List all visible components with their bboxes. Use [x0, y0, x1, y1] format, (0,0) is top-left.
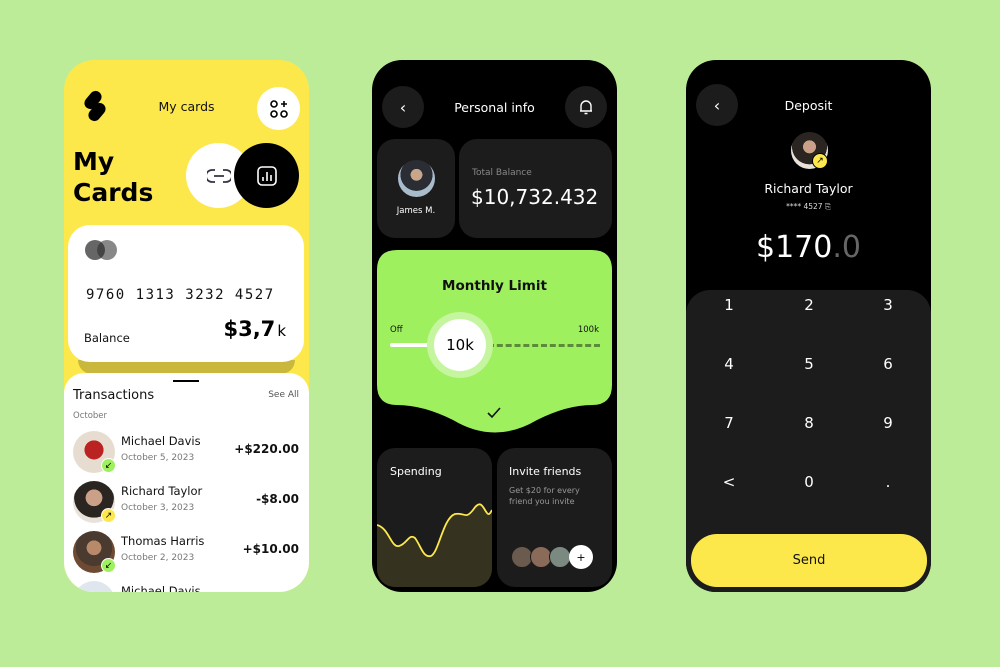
analytics-button[interactable]	[234, 143, 299, 208]
checkmark-icon[interactable]	[487, 407, 501, 419]
transaction-row[interactable]: ↗ Richard Taylor October 3, 2023 -$8.00	[73, 478, 299, 524]
screen-title: Deposit	[784, 98, 833, 113]
transaction-row[interactable]: ↙ Thomas Harris October 2, 2023 +$10.00	[73, 528, 299, 574]
page-title-line1: My	[73, 147, 115, 176]
transaction-amount: +$220.00	[234, 442, 299, 456]
balance-value: $3,7	[223, 317, 276, 341]
keypad-key[interactable]: 8	[779, 403, 839, 443]
add-widget-button[interactable]	[257, 87, 300, 130]
total-balance-card: Total Balance $10,732.432	[459, 139, 612, 238]
transaction-date: October 3, 2023	[121, 503, 195, 513]
invite-title: Invite friends	[509, 465, 582, 478]
avatar	[73, 581, 115, 592]
keypad-key[interactable]: 0	[779, 462, 839, 502]
grid-plus-icon	[269, 99, 288, 118]
transactions-panel: Transactions See All October ↙ Michael D…	[64, 373, 309, 592]
card-number: 9760 1313 3232 4527	[86, 287, 275, 303]
invite-text-line1: Get $20 for every	[509, 486, 580, 495]
spending-title: Spending	[390, 465, 442, 478]
see-all-link[interactable]: See All	[268, 390, 299, 400]
limit-slider-thumb[interactable]: 10k	[427, 312, 493, 378]
spending-chart	[377, 503, 492, 587]
copy-icon[interactable]: ⎘	[825, 202, 831, 211]
keypad-key[interactable]: 2	[779, 285, 839, 325]
incoming-arrow-icon: ↙	[101, 458, 116, 473]
bank-card[interactable]: 9760 1313 3232 4527 Balance $3,7 k	[68, 225, 304, 362]
limit-track-empty	[488, 344, 600, 347]
limit-value: 10k	[434, 319, 486, 371]
keypad-key[interactable]: 3	[858, 285, 918, 325]
avatar	[398, 160, 435, 197]
amount-main: $170	[756, 230, 833, 265]
my-cards-screen: My cards My Cards 9760 1313 3232 4527 Ba…	[64, 60, 309, 592]
personal-info-screen: ‹ Personal info James M. Total Balance $…	[372, 60, 617, 592]
outgoing-arrow-icon: ↗	[101, 508, 116, 523]
keypad-key[interactable]: 4	[699, 344, 759, 384]
month-label: October	[73, 411, 108, 421]
send-button[interactable]: Send	[691, 534, 927, 587]
keypad-key[interactable]: .	[858, 462, 918, 502]
incoming-arrow-icon: ↙	[101, 558, 116, 573]
balance-value: $10,732.432	[471, 185, 599, 209]
add-friend-button[interactable]: +	[569, 545, 593, 569]
spending-card[interactable]: Spending	[377, 448, 492, 587]
keypad-key[interactable]: 9	[858, 403, 918, 443]
transaction-date: October 2, 2023	[121, 553, 195, 563]
recipient-name: Richard Taylor	[764, 181, 853, 196]
limit-min-label: Off	[390, 325, 403, 335]
transaction-name: Richard Taylor	[121, 484, 203, 498]
amount-decimal: .0	[832, 230, 861, 265]
card-masked-number: **** 4527	[786, 202, 823, 211]
transaction-name: Michael Davis	[121, 584, 201, 592]
transaction-row[interactable]: ↙ Michael Davis October 5, 2023 +$220.00	[73, 428, 299, 474]
outgoing-arrow-icon: ↗	[812, 153, 828, 169]
transaction-row[interactable]: Michael Davis	[73, 578, 299, 592]
keypad-key[interactable]: 5	[779, 344, 839, 384]
invite-friends-card[interactable]: Invite friends Get $20 for every friend …	[497, 448, 612, 587]
transaction-amount: -$8.00	[256, 492, 299, 506]
link-icon	[206, 168, 231, 183]
bell-icon	[580, 100, 592, 115]
keypad-key[interactable]: 6	[858, 344, 918, 384]
transaction-date: October 5, 2023	[121, 453, 195, 463]
transaction-name: Michael Davis	[121, 434, 201, 448]
bar-chart-icon	[256, 165, 277, 186]
drag-handle[interactable]	[173, 380, 199, 382]
user-name: James M.	[396, 206, 436, 216]
mastercard-icon	[85, 240, 117, 260]
transactions-title: Transactions	[73, 388, 155, 403]
transaction-amount: +$10.00	[242, 542, 299, 556]
balance-label: Balance	[84, 331, 130, 345]
balance-label: Total Balance	[472, 168, 532, 178]
page-title-line2: Cards	[73, 178, 154, 207]
deposit-screen: ‹ Deposit ↗ Richard Taylor **** 4527 ⎘ $…	[686, 60, 931, 592]
profile-card[interactable]: James M.	[377, 139, 455, 238]
keypad-key[interactable]: 7	[699, 403, 759, 443]
monthly-limit-title: Monthly Limit	[442, 278, 547, 294]
limit-max-label: 100k	[577, 325, 599, 335]
notifications-button[interactable]	[565, 86, 607, 128]
friend-avatar	[549, 546, 571, 568]
keypad-key[interactable]: <	[699, 462, 759, 502]
keypad-key[interactable]: 1	[699, 285, 759, 325]
transaction-name: Thomas Harris	[121, 534, 205, 548]
invite-text-line2: friend you invite	[509, 497, 575, 506]
balance-suffix: k	[277, 322, 286, 340]
